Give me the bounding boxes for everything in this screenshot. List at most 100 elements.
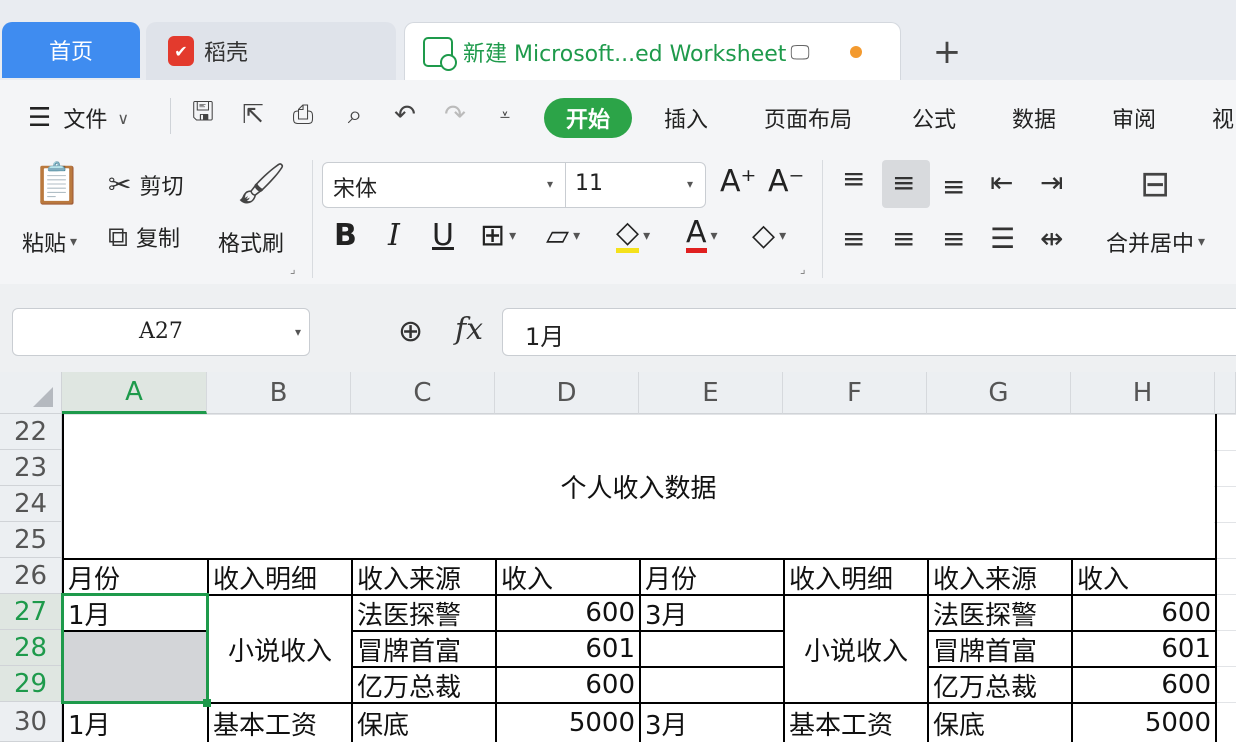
- cell-g28[interactable]: 冒牌首富: [929, 632, 1071, 667]
- cut-button[interactable]: ✂ 剪切: [108, 168, 183, 201]
- header-cell-b[interactable]: 收入明细: [209, 560, 351, 595]
- cell-c28[interactable]: 冒牌首富: [353, 632, 495, 667]
- paste-icon[interactable]: 📋: [32, 160, 82, 207]
- tab-formulas[interactable]: 公式: [912, 102, 956, 134]
- column-header-a[interactable]: A: [62, 372, 207, 414]
- cell-style-icon[interactable]: ▱ ▾: [546, 218, 580, 253]
- column-header-c[interactable]: C: [351, 372, 495, 414]
- distributed-align-icon[interactable]: ⇹: [1040, 222, 1063, 255]
- print-preview-icon[interactable]: ⌕: [338, 98, 372, 132]
- print-icon[interactable]: ⎙: [286, 98, 320, 132]
- redo-icon[interactable]: ↷: [438, 98, 472, 132]
- fill-handle[interactable]: [203, 699, 211, 707]
- undo-icon[interactable]: ↶: [388, 98, 422, 132]
- zoom-icon[interactable]: ⊕: [398, 314, 423, 349]
- cell-e30[interactable]: 3月: [641, 704, 783, 742]
- insert-function-icon[interactable]: fx: [455, 312, 483, 347]
- cell-g29[interactable]: 亿万总裁: [929, 668, 1071, 703]
- eraser-icon[interactable]: ◇ ▾: [752, 218, 786, 253]
- align-center-icon[interactable]: ≡: [892, 222, 915, 255]
- format-painter-button[interactable]: 格式刷: [218, 226, 284, 258]
- fill-color-icon[interactable]: ◇ ▾: [616, 218, 650, 253]
- increase-indent-icon[interactable]: ⇥: [1040, 166, 1063, 199]
- italic-icon[interactable]: I: [388, 218, 400, 253]
- cell-h28[interactable]: 601: [1073, 632, 1215, 666]
- row-header-27[interactable]: 27: [0, 594, 62, 630]
- align-right-icon[interactable]: ≡: [942, 222, 965, 255]
- tab-page-layout[interactable]: 页面布局: [764, 102, 852, 134]
- merged-cell-b27[interactable]: 小说收入: [209, 596, 351, 702]
- cell-e27[interactable]: 3月: [641, 596, 783, 631]
- underline-icon[interactable]: U: [432, 218, 454, 253]
- row-header-29[interactable]: 29: [0, 666, 62, 702]
- row-header-30[interactable]: 30: [0, 702, 62, 742]
- file-menu[interactable]: ☰ 文件 ∨: [28, 102, 129, 134]
- tab-daoke[interactable]: ✔ 稻壳: [146, 22, 396, 80]
- merge-center-button[interactable]: 合并居中 ▾: [1106, 226, 1205, 258]
- tab-document[interactable]: 新建 Microsoft...ed Worksheet 🖵: [404, 22, 901, 80]
- header-cell-d[interactable]: 收入: [497, 560, 639, 595]
- cell-c29[interactable]: 亿万总裁: [353, 668, 495, 703]
- align-middle-icon[interactable]: ≡: [892, 166, 915, 199]
- header-cell-h[interactable]: 收入: [1073, 560, 1215, 595]
- chevron-down-icon[interactable]: ▾: [295, 325, 301, 339]
- chevron-down-icon[interactable]: ▾: [547, 177, 553, 191]
- tab-home[interactable]: 首页: [2, 22, 140, 78]
- clipboard-launcher-icon[interactable]: ⌟: [290, 262, 296, 276]
- new-tab-button[interactable]: +: [925, 30, 969, 74]
- cell-d29[interactable]: 600: [497, 668, 639, 702]
- copy-button[interactable]: ⧉ 复制: [108, 220, 180, 254]
- tab-data[interactable]: 数据: [1012, 102, 1056, 134]
- bold-icon[interactable]: B: [334, 218, 357, 253]
- borders-icon[interactable]: ⊞ ▾: [480, 218, 516, 253]
- save-icon[interactable]: 🖫: [186, 97, 220, 132]
- row-header-26[interactable]: 26: [0, 558, 62, 594]
- font-launcher-icon[interactable]: ⌟: [800, 262, 806, 276]
- header-cell-c[interactable]: 收入来源: [353, 560, 495, 595]
- row-header-25[interactable]: 25: [0, 522, 62, 558]
- align-bottom-icon[interactable]: ≡: [942, 170, 965, 203]
- column-header-g[interactable]: G: [927, 372, 1071, 414]
- tab-view[interactable]: 视: [1212, 102, 1234, 134]
- cell-a30[interactable]: 1月: [64, 704, 207, 742]
- share-icon[interactable]: ⇱: [236, 98, 270, 132]
- align-top-icon[interactable]: ≡: [842, 162, 865, 195]
- justify-icon[interactable]: ☰: [990, 222, 1015, 255]
- font-color-icon[interactable]: A ▾: [686, 218, 718, 253]
- monitor-icon[interactable]: 🖵: [790, 40, 809, 64]
- customize-toolbar-icon[interactable]: ⩡: [488, 98, 522, 132]
- row-header-28[interactable]: 28: [0, 630, 62, 666]
- row-header-23[interactable]: 23: [0, 450, 62, 486]
- increase-font-icon[interactable]: A⁺: [720, 164, 756, 199]
- column-header-d[interactable]: D: [495, 372, 639, 414]
- cell-h29[interactable]: 600: [1073, 668, 1215, 702]
- tab-review[interactable]: 审阅: [1112, 102, 1156, 134]
- font-size-input[interactable]: 11: [575, 171, 603, 196]
- format-painter-icon[interactable]: 🖌: [236, 160, 287, 207]
- column-header-b[interactable]: B: [207, 372, 351, 414]
- decrease-font-icon[interactable]: A⁻: [768, 164, 804, 199]
- column-header-f[interactable]: F: [783, 372, 927, 414]
- cell-h30[interactable]: 5000: [1073, 704, 1215, 742]
- cell-f30[interactable]: 基本工资: [785, 704, 927, 742]
- formula-input[interactable]: 1月: [502, 308, 1236, 356]
- merged-cell-f27[interactable]: 小说收入: [785, 596, 927, 702]
- cell-c27[interactable]: 法医探警: [353, 596, 495, 631]
- cell-g30[interactable]: 保底: [929, 704, 1071, 742]
- row-header-22[interactable]: 22: [0, 414, 62, 450]
- select-all-corner[interactable]: [0, 372, 62, 414]
- decrease-indent-icon[interactable]: ⇤: [990, 166, 1013, 199]
- column-header-h[interactable]: H: [1071, 372, 1215, 414]
- cell-d28[interactable]: 601: [497, 632, 639, 666]
- name-box[interactable]: A27 ▾: [12, 308, 310, 356]
- font-name-input[interactable]: 宋体: [333, 171, 377, 203]
- cell-g27[interactable]: 法医探警: [929, 596, 1071, 631]
- tab-insert[interactable]: 插入: [664, 102, 708, 134]
- header-cell-g[interactable]: 收入来源: [929, 560, 1071, 595]
- align-left-icon[interactable]: ≡: [842, 222, 865, 255]
- paste-button[interactable]: 粘贴 ▾: [22, 226, 77, 258]
- tab-start[interactable]: 开始: [544, 98, 632, 138]
- row-header-24[interactable]: 24: [0, 486, 62, 522]
- header-cell-a[interactable]: 月份: [64, 560, 207, 595]
- header-cell-f[interactable]: 收入明细: [785, 560, 927, 595]
